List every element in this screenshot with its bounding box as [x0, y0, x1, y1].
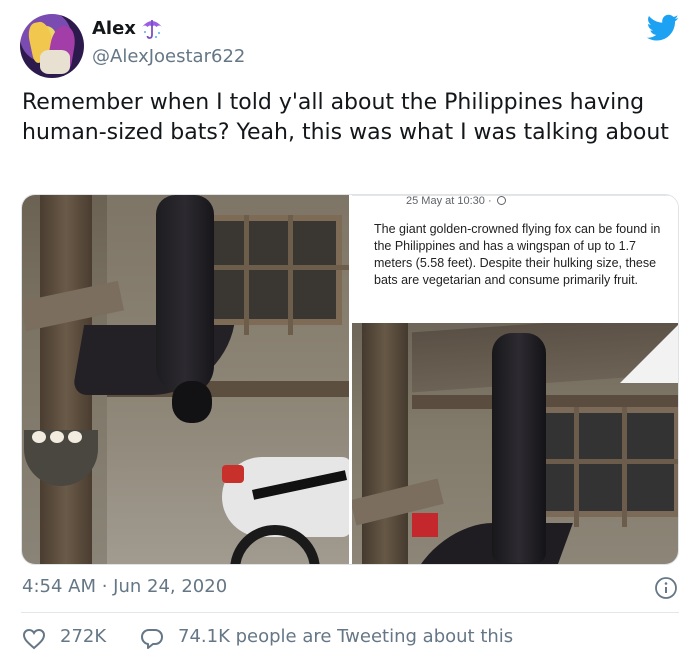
globe-icon	[496, 196, 506, 205]
bat-photo-left[interactable]	[22, 195, 349, 564]
like-count[interactable]: 272K	[60, 626, 106, 647]
umbrella-icon	[142, 20, 162, 39]
heart-icon[interactable]	[22, 628, 46, 650]
reply-bubble-icon[interactable]	[140, 628, 164, 650]
motorcycle-light	[222, 465, 244, 483]
window-bar	[574, 407, 579, 527]
tweet-text: Remember when I told y'all about the Phi…	[22, 90, 669, 145]
egg	[68, 431, 82, 443]
avatar[interactable]	[20, 14, 84, 78]
screenshot-timestamp: 25 May at 10:30 ·	[406, 195, 506, 207]
egg	[50, 431, 64, 443]
screenshot-caption: The giant golden-crowned flying fox can …	[374, 222, 661, 287]
user-handle[interactable]: @AlexJoestar622	[92, 46, 245, 67]
bat-body	[492, 333, 546, 563]
twitter-bird-icon[interactable]	[647, 14, 679, 42]
tweet-card: Alex @AlexJoestar622 Remember when I tol…	[0, 0, 700, 667]
window-bar	[244, 215, 249, 335]
screenshot-border	[352, 195, 678, 196]
window	[202, 215, 342, 325]
bat-body	[156, 195, 214, 395]
display-name[interactable]: Alex	[92, 18, 136, 39]
bat-head	[172, 381, 212, 423]
avatar-figure-bottom	[40, 50, 70, 74]
window-bar	[288, 215, 293, 335]
info-icon[interactable]	[654, 576, 678, 600]
tweet-timestamp[interactable]: 4:54 AM · Jun 24, 2020	[22, 576, 227, 597]
divider	[21, 612, 679, 613]
egg	[32, 431, 46, 443]
tweeting-count[interactable]: 74.1K people are Tweeting about this	[178, 626, 513, 647]
red-tag	[412, 513, 438, 537]
bat-photo-right[interactable]	[352, 323, 678, 564]
news-screenshot[interactable]: 25 May at 10:30 · The giant golden-crown…	[352, 195, 678, 323]
wooden-post	[362, 323, 408, 564]
window-bar	[202, 265, 349, 270]
screenshot-time-text: 25 May at 10:30 ·	[406, 195, 492, 207]
tweet-media[interactable]: 25 May at 10:30 · The giant golden-crown…	[21, 194, 679, 565]
window-bar	[622, 407, 627, 527]
